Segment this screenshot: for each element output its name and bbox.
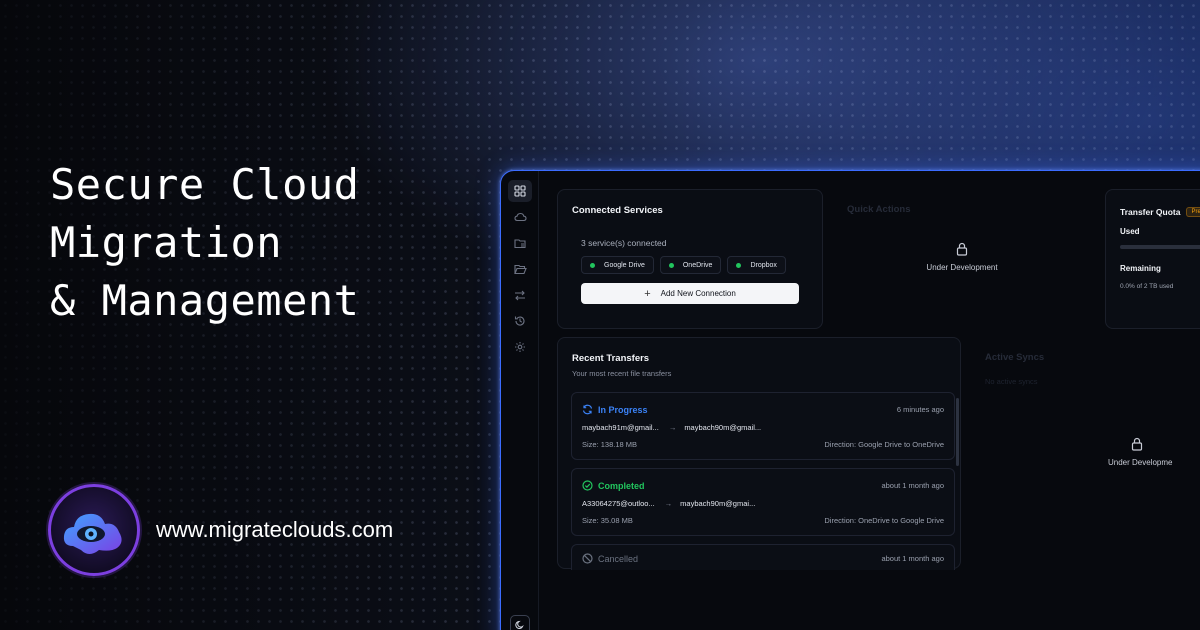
recent-transfers-card: Recent Transfers Your most recent file t…	[557, 337, 961, 570]
quick-actions-title: Quick Actions	[847, 204, 911, 215]
folder-list-icon[interactable]	[508, 232, 532, 254]
under-development-label: Under Development	[926, 263, 998, 272]
hero-line-1: Secure Cloud	[50, 160, 360, 209]
services-count: 3 service(s) connected	[581, 238, 667, 248]
transfer-route: maybach91m@gmail... → maybach90m@gmail..…	[582, 423, 761, 432]
hero-line-3: & Management	[50, 276, 360, 325]
status-dot-icon	[736, 262, 742, 268]
add-new-connection-button[interactable]: + Add New Connection	[581, 283, 799, 304]
cancel-circle-icon	[582, 553, 593, 564]
transfer-size: Size: 138.18 MB	[582, 440, 638, 449]
cloud-eye-logo-icon	[48, 484, 140, 576]
brand-block: www.migrateclouds.com	[48, 484, 393, 576]
status-dot-icon	[668, 262, 674, 268]
service-chip-onedrive[interactable]: OneDrive	[659, 256, 722, 274]
active-syncs-subtitle: No active syncs	[985, 377, 1038, 386]
used-label: Used	[1120, 227, 1140, 236]
arrow-right-icon: →	[664, 499, 673, 508]
service-chip-dropbox[interactable]: Dropbox	[727, 256, 786, 274]
recent-transfers-title: Recent Transfers	[572, 353, 650, 364]
service-chip-google-drive[interactable]: Google Drive	[581, 256, 654, 274]
connected-services-card: Connected Services 3 service(s) connecte…	[557, 189, 823, 329]
quick-actions-panel: Quick Actions Under Development	[837, 189, 1087, 329]
quota-progress-bar	[1120, 245, 1200, 249]
sidebar-rail	[501, 171, 539, 630]
recent-transfers-subtitle: Your most recent file transfers	[572, 369, 672, 378]
transfer-status: In Progress	[582, 404, 648, 415]
settings-gear-icon[interactable]	[508, 336, 532, 358]
transfer-time: about 1 month ago	[881, 554, 944, 563]
active-syncs-lock: Under Developme	[1108, 437, 1200, 467]
quick-actions-lock: Under Development	[887, 242, 1037, 272]
quota-usage-text: 0.0% of 2 TB used	[1120, 283, 1174, 290]
transfer-arrows-icon[interactable]	[508, 284, 532, 306]
transfer-destination: maybach90m@gmail...	[684, 423, 762, 432]
check-circle-icon	[582, 480, 593, 491]
website-url[interactable]: www.migrateclouds.com	[156, 517, 393, 543]
connected-services-title: Connected Services	[572, 205, 663, 216]
app-window: Connected Services 3 service(s) connecte…	[500, 170, 1200, 630]
arrow-right-icon: →	[668, 423, 677, 432]
transfer-item[interactable]: Cancelled about 1 month ago	[571, 544, 955, 570]
sync-spinner-icon	[582, 404, 593, 415]
hero-line-2: Migration	[50, 218, 283, 267]
dashboard-grid-icon[interactable]	[508, 180, 532, 202]
add-new-connection-label: Add New Connection	[660, 289, 736, 298]
premium-badge: Pre	[1186, 207, 1200, 217]
active-syncs-title: Active Syncs	[985, 352, 1045, 363]
transfer-size: Size: 35.08 MB	[582, 516, 633, 525]
transfer-quota-title: Transfer Quota	[1120, 207, 1181, 217]
transfer-destination: maybach90m@gmai...	[680, 499, 756, 508]
transfer-direction: Direction: OneDrive to Google Drive	[824, 516, 944, 525]
lock-icon	[956, 242, 968, 256]
cloud-icon[interactable]	[508, 206, 532, 228]
remaining-label: Remaining	[1120, 264, 1161, 273]
plus-icon: +	[644, 287, 651, 300]
hero-headline: Secure Cloud Migration & Management	[50, 156, 359, 330]
transfer-direction: Direction: Google Drive to OneDrive	[824, 440, 944, 449]
transfer-item[interactable]: Completed about 1 month ago A33064275@ou…	[571, 468, 955, 536]
transfer-route: A33064275@outloo... → maybach90m@gmai...	[582, 499, 755, 508]
under-development-label: Under Developme	[1108, 458, 1173, 467]
folder-open-icon[interactable]	[508, 258, 532, 280]
transfers-scrollbar[interactable]	[956, 398, 959, 466]
transfer-quota-card: Transfer Quota Pre Used Remaining 0.0% o…	[1105, 189, 1200, 329]
transfer-item[interactable]: In Progress 6 minutes ago maybach91m@gma…	[571, 392, 955, 460]
moon-theme-icon[interactable]	[510, 615, 530, 630]
lock-icon	[1131, 437, 1143, 451]
transfer-time: about 1 month ago	[881, 481, 944, 490]
transfer-quota-header: Transfer Quota Pre	[1120, 207, 1200, 217]
history-icon[interactable]	[508, 310, 532, 332]
service-chips: Google Drive OneDrive Dropbox	[581, 256, 811, 274]
active-syncs-panel: Active Syncs No active syncs Under Devel…	[973, 337, 1200, 569]
transfer-source: A33064275@outloo...	[582, 499, 655, 508]
transfer-source: maybach91m@gmail...	[582, 423, 659, 432]
transfer-status: Completed	[582, 480, 645, 491]
transfer-status: Cancelled	[582, 553, 638, 564]
transfer-time: 6 minutes ago	[896, 405, 944, 414]
services-summary-block: 3 service(s) connected Google Drive OneD…	[581, 238, 811, 274]
status-dot-icon	[590, 262, 595, 268]
